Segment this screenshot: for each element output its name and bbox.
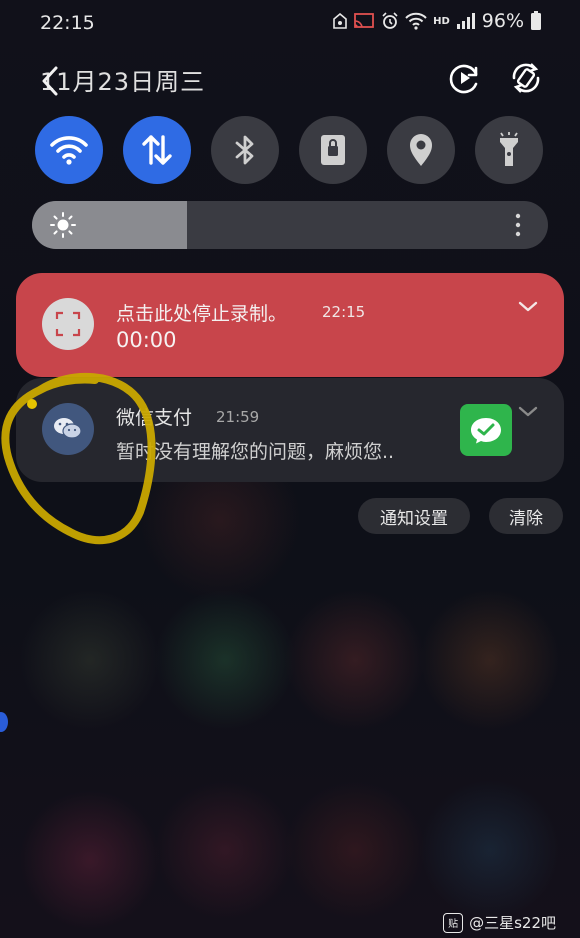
wechat-expand-button[interactable]	[516, 403, 540, 425]
location-toggle[interactable]	[387, 116, 455, 184]
recording-expand-button[interactable]	[516, 298, 540, 320]
bluetooth-toggle[interactable]	[211, 116, 279, 184]
auto-rotate-button[interactable]	[508, 60, 544, 96]
screen-lock-toggle[interactable]	[299, 116, 367, 184]
back-button[interactable]	[36, 64, 66, 98]
cast-icon	[354, 13, 374, 28]
wifi-icon	[50, 136, 88, 165]
wifi-status-icon	[405, 12, 427, 30]
flashlight-toggle[interactable]	[475, 116, 543, 184]
notification-settings-button[interactable]: 通知设置	[358, 498, 470, 534]
signal-icon	[456, 13, 475, 29]
brightness-slider[interactable]	[32, 201, 548, 249]
more-options-button[interactable]	[512, 212, 524, 242]
flashlight-icon	[500, 132, 518, 166]
screen-recorder-icon	[449, 64, 478, 94]
chevron-down-icon	[518, 406, 538, 417]
watermark-text: @三星s22吧	[469, 914, 556, 932]
wechat-chat-icon	[471, 418, 501, 444]
clear-button[interactable]: 清除	[489, 498, 563, 534]
alarm-icon	[382, 12, 398, 29]
watermark: 贴 @三星s22吧	[443, 912, 556, 933]
tieba-logo: 贴	[443, 912, 464, 933]
status-time: 22:15	[40, 12, 95, 34]
back-icon	[42, 66, 58, 96]
wechat-thumbnail	[460, 404, 512, 456]
recording-title: 点击此处停止录制。	[116, 303, 288, 325]
network-type-label: HD	[433, 15, 450, 27]
sun-icon	[50, 212, 76, 242]
screen-recorder-button[interactable]	[446, 60, 482, 96]
annotation-circle	[1, 372, 156, 545]
auto-rotate-icon	[512, 63, 540, 93]
wechat-time: 21:59	[216, 408, 260, 426]
recording-timer: 00:00	[116, 328, 177, 352]
battery-percent: 96%	[481, 10, 524, 32]
chevron-down-icon	[518, 301, 538, 312]
recording-time: 22:15	[322, 303, 366, 321]
battery-icon	[531, 11, 541, 30]
data-transfer-icon	[142, 135, 172, 165]
more-vertical-icon	[515, 213, 521, 237]
wifi-toggle[interactable]	[35, 116, 103, 184]
bluetooth-icon	[235, 135, 254, 165]
lock-icon	[321, 135, 345, 165]
location-icon	[410, 134, 432, 166]
notification-app-icon	[333, 13, 347, 29]
screen-record-app-icon	[42, 298, 94, 350]
mobile-data-toggle[interactable]	[123, 116, 191, 184]
status-icons: HD 96%	[333, 10, 542, 32]
